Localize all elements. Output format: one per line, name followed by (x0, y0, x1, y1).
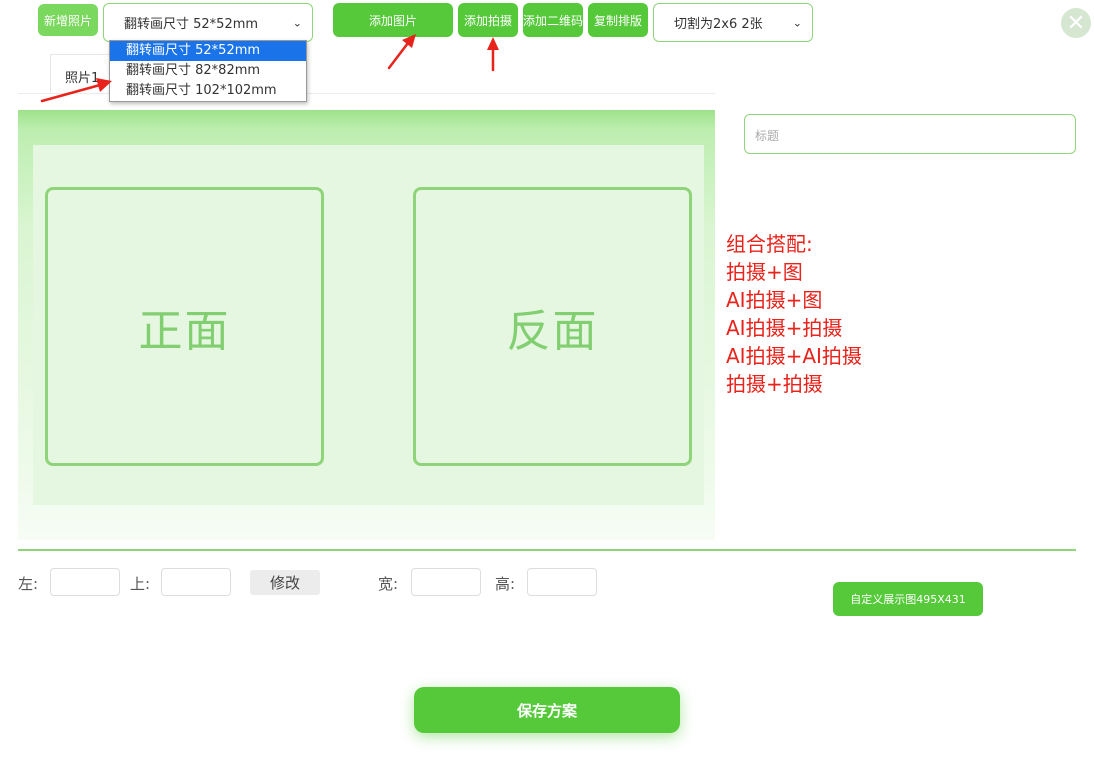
size-option-82[interactable]: 翻转画尺寸 82*82mm (110, 61, 306, 81)
left-input[interactable] (50, 568, 120, 596)
close-icon: ✕ (1066, 10, 1086, 36)
size-select-value: 翻转画尺寸 52*52mm (124, 17, 259, 32)
arrow-to-add-image (387, 41, 410, 70)
size-dropdown-list: 翻转画尺寸 52*52mm 翻转画尺寸 82*82mm 翻转画尺寸 102*10… (109, 40, 307, 102)
back-photo-slot[interactable]: 反面 (413, 187, 692, 466)
width-label: 宽: (378, 575, 399, 593)
size-select[interactable]: 翻转画尺寸 52*52mm ⌄ (103, 3, 313, 42)
title-placeholder: 标题 (755, 129, 780, 143)
front-label: 正面 (138, 305, 231, 357)
arrow-head (487, 37, 499, 50)
close-button[interactable]: ✕ (1061, 8, 1091, 38)
left-label: 左: (18, 575, 39, 593)
note-line: AI拍摄+AI拍摄 (726, 344, 862, 368)
cut-select[interactable]: 切割为2x6 2张 ⌄ (653, 3, 813, 42)
add-qrcode-button[interactable]: 添加二维码 (523, 3, 583, 37)
size-option-52[interactable]: 翻转画尺寸 52*52mm (110, 41, 306, 61)
top-input[interactable] (161, 568, 231, 596)
custom-display-button[interactable]: 自定义展示图495X431 (833, 582, 983, 616)
title-input[interactable]: 标题 (744, 114, 1076, 154)
modify-button[interactable]: 修改 (250, 570, 320, 595)
note-line: 拍摄+拍摄 (726, 372, 823, 396)
top-label: 上: (130, 575, 151, 593)
section-divider (18, 549, 1076, 551)
cut-select-value: 切割为2x6 2张 (674, 17, 763, 32)
stage-canvas: 正面 反面 (33, 145, 704, 505)
save-plan-button[interactable]: 保存方案 (414, 687, 680, 733)
chevron-down-icon: ⌄ (792, 16, 802, 29)
tab-photo-1[interactable]: 照片1 (50, 54, 112, 94)
note-line: AI拍摄+图 (726, 288, 823, 312)
width-input[interactable] (411, 568, 481, 596)
front-photo-slot[interactable]: 正面 (45, 187, 324, 466)
design-stage: 正面 反面 (18, 110, 715, 540)
note-line: 拍摄+图 (726, 260, 803, 284)
note-line: 组合搭配: (726, 232, 813, 256)
add-capture-button[interactable]: 添加拍摄 (458, 3, 518, 37)
height-input[interactable] (527, 568, 597, 596)
add-image-button[interactable]: 添加图片 (333, 3, 453, 37)
copy-layout-button[interactable]: 复制排版 (588, 3, 648, 37)
combination-note: 组合搭配: 拍摄+图 AI拍摄+图 AI拍摄+拍摄 AI拍摄+AI拍摄 拍摄+拍… (726, 230, 862, 398)
size-option-102[interactable]: 翻转画尺寸 102*102mm (110, 81, 306, 101)
note-line: AI拍摄+拍摄 (726, 316, 843, 340)
height-label: 高: (495, 575, 516, 593)
new-photo-button[interactable]: 新增照片 (38, 4, 98, 36)
chevron-down-icon: ⌄ (292, 16, 302, 29)
back-label: 反面 (506, 305, 599, 357)
tab-label: 照片1 (65, 71, 100, 86)
